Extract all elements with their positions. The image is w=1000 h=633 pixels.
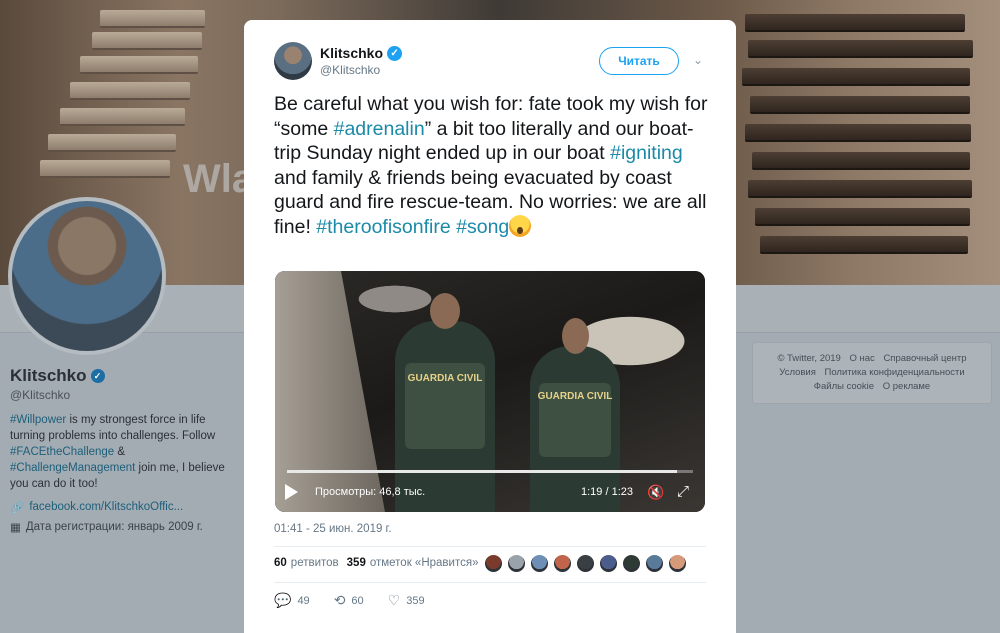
profile-website[interactable]: 🔗 facebook.com/KlitschkoOffic... xyxy=(10,500,230,514)
liker-avatar[interactable] xyxy=(507,554,526,573)
bio-text: & xyxy=(114,446,126,458)
author-avatar[interactable] xyxy=(274,42,312,80)
likes-count[interactable]: 359 xyxy=(347,557,366,569)
footer-copyright: © Twitter, 2019 xyxy=(777,353,841,364)
liker-avatar[interactable] xyxy=(622,554,641,573)
video-time: 1:19 / 1:23 xyxy=(581,486,633,498)
liker-avatar[interactable] xyxy=(668,554,687,573)
reply-button[interactable]: 💬 49 xyxy=(274,592,310,609)
tweet-stats: 60 ретвитов 359 отметок «Нравится» xyxy=(274,557,486,569)
reply-count: 49 xyxy=(297,594,310,607)
video-controls: Просмотры: 46,8 тыс. 1:19 / 1:23 🔇 ⤢ xyxy=(275,481,705,507)
hashtag-link[interactable]: #Willpower xyxy=(10,414,66,426)
footer-link-cookies[interactable]: Файлы cookie xyxy=(814,381,874,392)
profile-joined-text: Дата регистрации: январь 2009 г. xyxy=(25,521,203,533)
tweet-timestamp[interactable]: 01:41 - 25 июн. 2019 г. xyxy=(274,523,392,535)
footer-link-privacy[interactable]: Политика конфиденциальности xyxy=(825,367,965,378)
profile-handle[interactable]: @Klitschko xyxy=(10,388,230,402)
liker-avatar[interactable] xyxy=(553,554,572,573)
retweet-icon: ⟲ xyxy=(333,592,346,608)
video-player[interactable]: GUARDIA CIVIL GUARDIA CIVIL Просмотры: 4… xyxy=(275,271,705,512)
profile-bio: #Willpower is my strongest force in life… xyxy=(10,412,230,492)
hashtag-link[interactable]: #igniting xyxy=(610,142,683,164)
divider xyxy=(274,546,706,547)
guard-label: GUARDIA CIVIL xyxy=(407,372,483,384)
liker-avatar[interactable] xyxy=(530,554,549,573)
profile-sidebar: Klitschko ✓ @Klitschko #Willpower is my … xyxy=(10,366,230,534)
verified-badge-icon: ✓ xyxy=(90,369,105,383)
mute-icon[interactable]: 🔇 xyxy=(647,484,664,501)
link-icon: 🔗 xyxy=(10,502,25,514)
heart-icon: ♡ xyxy=(387,592,401,608)
liker-avatar[interactable] xyxy=(599,554,618,573)
divider xyxy=(274,582,706,583)
calendar-icon: ▦ xyxy=(10,522,21,534)
footer-link-ads[interactable]: О рекламе xyxy=(883,381,931,392)
retweet-count: 60 xyxy=(351,594,364,607)
footer-link-terms[interactable]: Условия xyxy=(779,367,816,378)
chevron-down-icon[interactable]: ⌄ xyxy=(693,54,705,66)
hashtag-link[interactable]: #theroofisonfire xyxy=(316,216,450,238)
retweets-stat[interactable]: 60 ретвитов xyxy=(274,557,339,569)
profile-avatar[interactable] xyxy=(8,197,166,355)
likes-stat[interactable]: 359 отметок «Нравится» xyxy=(347,557,479,569)
retweet-button[interactable]: ⟲ 60 xyxy=(334,592,364,609)
reply-icon: 💬 xyxy=(274,592,292,608)
hashtag-link[interactable]: #ChallengeManagement xyxy=(10,462,135,474)
fullscreen-icon[interactable]: ⤢ xyxy=(677,483,689,500)
verified-badge-icon: ✓ xyxy=(387,45,403,61)
footer-link-help[interactable]: Справочный центр xyxy=(883,353,966,364)
profile-name[interactable]: Klitschko ✓ xyxy=(10,366,230,386)
follow-button[interactable]: Читать xyxy=(599,47,679,75)
profile-joined: ▦ Дата регистрации: январь 2009 г. xyxy=(10,520,230,534)
footer-links: © Twitter, 2019 О нас Справочный центр У… xyxy=(752,342,992,404)
author-handle[interactable]: @Klitschko xyxy=(320,63,402,77)
retweets-label[interactable]: ретвитов xyxy=(291,557,339,569)
video-progress-fill xyxy=(287,470,677,473)
likes-label[interactable]: отметок «Нравится» xyxy=(370,557,479,569)
video-views: Просмотры: 46,8 тыс. xyxy=(315,486,426,498)
liker-avatar[interactable] xyxy=(645,554,664,573)
tweet-text: Be careful what you wish for: fate took … xyxy=(274,92,714,239)
hashtag-link[interactable]: #song xyxy=(456,216,509,238)
guard-label: GUARDIA CIVIL xyxy=(537,390,613,402)
video-progress-bar[interactable] xyxy=(287,470,693,473)
author-name[interactable]: Klitschko xyxy=(320,45,383,61)
tweet-modal: Klitschko ✓ @Klitschko Читать ⌄ Be caref… xyxy=(244,20,736,633)
hashtag-link[interactable]: #adrenalin xyxy=(334,118,425,140)
like-count: 359 xyxy=(406,594,425,607)
like-button[interactable]: ♡ 359 xyxy=(388,592,425,609)
profile-name-text[interactable]: Klitschko xyxy=(10,366,87,386)
likers-avatars xyxy=(484,554,687,573)
retweets-count[interactable]: 60 xyxy=(274,557,287,569)
footer-link-about[interactable]: О нас xyxy=(849,353,874,364)
tweet-actions: 💬 49 ⟲ 60 ♡ 359 xyxy=(274,592,449,609)
hashtag-link[interactable]: #FACEtheChallenge xyxy=(10,446,114,458)
liker-avatar[interactable] xyxy=(576,554,595,573)
play-icon[interactable] xyxy=(285,484,298,500)
tweet-author[interactable]: Klitschko ✓ @Klitschko xyxy=(274,42,403,80)
scream-emoji xyxy=(509,214,532,237)
profile-website-link[interactable]: facebook.com/KlitschkoOffic... xyxy=(29,501,183,513)
liker-avatar[interactable] xyxy=(484,554,503,573)
